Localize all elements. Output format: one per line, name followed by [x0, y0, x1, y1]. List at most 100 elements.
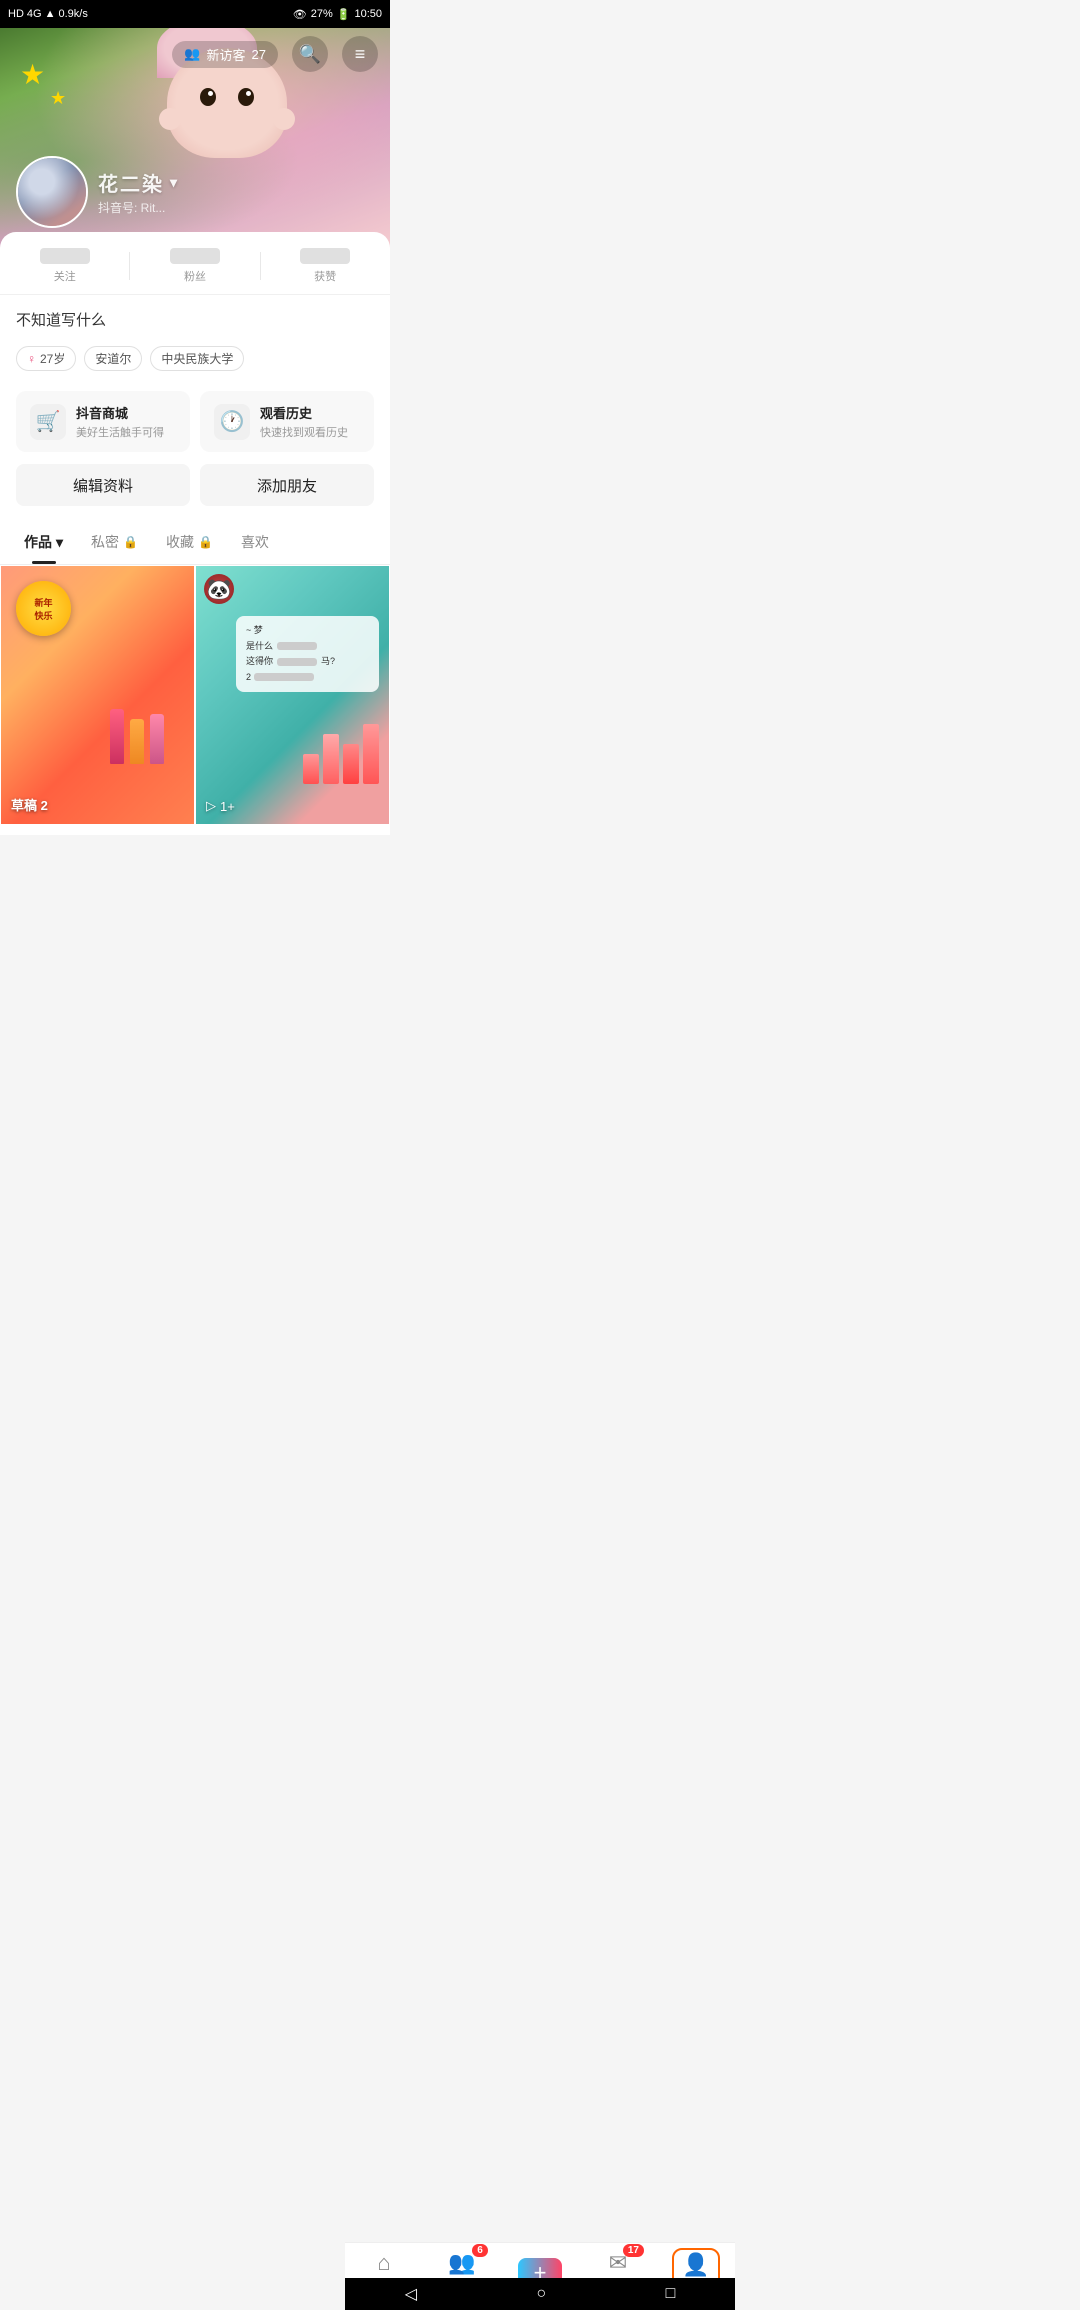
username: 花二染: [98, 168, 164, 197]
shop-action[interactable]: 🛒 抖音商城 美好生活触手可得: [16, 391, 190, 452]
domino-3: [343, 744, 359, 784]
recent-button[interactable]: □: [666, 2285, 676, 2303]
back-button[interactable]: ◁: [405, 2284, 417, 2304]
shop-text: 抖音商城 美好生活触手可得: [76, 403, 164, 440]
eye-icon: 👁: [293, 8, 307, 21]
visitors-count: 27: [252, 47, 266, 62]
me-icon: 👤: [682, 2252, 709, 2278]
location-value: 安道尔: [95, 350, 131, 367]
battery-icon: 🔋: [337, 8, 351, 21]
stat-divider-1: [129, 252, 130, 280]
video-bg-1: 新年快乐: [1, 566, 194, 824]
stat-following[interactable]: 关注: [40, 248, 90, 284]
tab-private-label: 私密: [91, 532, 119, 552]
stat-followers-label: 粉丝: [184, 268, 206, 284]
profile-name-area: 花二染 ▾ 抖音号: Rit...: [98, 168, 177, 216]
lock-icon-collection: 🔒: [198, 535, 213, 549]
tab-private[interactable]: 私密 🔒: [77, 520, 152, 564]
blurred-2: [277, 658, 317, 666]
video-1-label: 草稿 2: [11, 795, 48, 814]
shop-icon: 🛒: [30, 404, 66, 440]
blurred-3: [254, 673, 314, 681]
tag-school[interactable]: 中央民族大学: [150, 346, 244, 371]
chat-overlay: ~ 梦 是什么 这得你马? 2: [236, 616, 379, 692]
home-icon: ⌂: [377, 2250, 390, 2276]
action-buttons: 编辑资料 添加朋友: [16, 464, 374, 506]
gender-icon: ♀: [27, 352, 36, 366]
tab-works[interactable]: 作品 ▾: [10, 520, 77, 564]
lipstick-1: [110, 709, 124, 764]
char-eyes: [200, 88, 254, 106]
char-ear-right: [273, 108, 295, 130]
search-button[interactable]: 🔍: [292, 36, 328, 72]
avatar-image: [18, 158, 86, 226]
menu-icon: ≡: [355, 44, 366, 65]
shop-title: 抖音商城: [76, 403, 164, 422]
tag-age[interactable]: ♀ 27岁: [16, 346, 76, 371]
menu-button[interactable]: ≡: [342, 36, 378, 72]
char-eye-right: [238, 88, 254, 106]
messages-badge: 17: [623, 2244, 644, 2257]
video-thumb-2[interactable]: 🐼 ~ 梦 是什么 这得你马? 2: [195, 565, 390, 825]
bio-section: 不知道写什么: [0, 295, 390, 338]
stat-likes-label: 获赞: [314, 268, 336, 284]
play-count-value: 1+: [220, 799, 235, 814]
history-action[interactable]: 🕐 观看历史 快速找到观看历史: [200, 391, 374, 452]
content-tabs: 作品 ▾ 私密 🔒 收藏 🔒 喜欢: [0, 520, 390, 565]
stat-following-value: [40, 248, 90, 264]
stat-likes[interactable]: 获赞: [300, 248, 350, 284]
history-title: 观看历史: [260, 403, 348, 422]
chat-line-1: ~ 梦: [246, 624, 369, 638]
tab-collection[interactable]: 收藏 🔒: [152, 520, 227, 564]
star-decoration-2: ★: [50, 88, 66, 109]
video-2-avatar: 🐼: [204, 574, 234, 604]
profile-name: 花二染 ▾: [98, 168, 177, 197]
lock-icon-private: 🔒: [123, 535, 138, 549]
video-grid: 新年快乐 草稿 2 🐼: [0, 565, 390, 825]
stat-following-label: 关注: [54, 268, 76, 284]
chat-text-1: ~ 梦: [246, 624, 263, 638]
stat-followers[interactable]: 粉丝: [170, 248, 220, 284]
profile-id: 抖音号: Rit...: [98, 199, 177, 216]
tags-row: ♀ 27岁 安道尔 中央民族大学: [0, 338, 390, 383]
status-left: HD 4G ▲ 0.9k/s: [8, 8, 88, 20]
chat-line-4: 2: [246, 671, 369, 685]
lipstick-3: [150, 714, 164, 764]
status-bar: HD 4G ▲ 0.9k/s 👁 27% 🔋 10:50: [0, 0, 390, 28]
avatar[interactable]: [16, 156, 88, 228]
domino-4: [363, 724, 379, 784]
edit-profile-button[interactable]: 编辑资料: [16, 464, 190, 506]
visitors-button[interactable]: 👥 新访客 27: [172, 41, 278, 68]
lipstick-decoration: [110, 709, 164, 764]
status-4g: 4G: [27, 8, 42, 20]
new-year-sticker: 新年快乐: [16, 581, 71, 636]
video-thumb-1[interactable]: 新年快乐 草稿 2: [0, 565, 195, 825]
chat-text-3: 这得你: [246, 655, 273, 669]
tab-likes[interactable]: 喜欢: [227, 520, 283, 564]
stat-divider-2: [260, 252, 261, 280]
status-hd: HD: [8, 8, 24, 20]
tab-collection-label: 收藏: [166, 532, 194, 552]
history-text: 观看历史 快速找到观看历史: [260, 403, 348, 440]
tag-location[interactable]: 安道尔: [84, 346, 142, 371]
visitors-label: 新访客: [207, 45, 246, 64]
add-friend-button[interactable]: 添加朋友: [200, 464, 374, 506]
system-nav: ◁ ○ □: [345, 2278, 735, 2310]
stat-likes-value: [300, 248, 350, 264]
stat-followers-value: [170, 248, 220, 264]
domino-2: [323, 734, 339, 784]
chat-text-2: 是什么: [246, 640, 273, 654]
shop-subtitle: 美好生活触手可得: [76, 424, 164, 440]
status-speed: 0.9k/s: [58, 8, 87, 20]
battery-text: 27%: [311, 8, 333, 20]
video-2-play-count: ▷ 1+: [206, 798, 235, 814]
school-value: 中央民族大学: [161, 350, 233, 367]
domino-decoration: [303, 724, 379, 784]
tab-likes-label: 喜欢: [241, 532, 269, 552]
profile-hero: ★ ★ 👥 新访客 27 🔍: [0, 28, 390, 248]
dropdown-arrow-icon[interactable]: ▾: [170, 174, 177, 191]
search-icon: 🔍: [299, 44, 321, 65]
quick-actions: 🛒 抖音商城 美好生活触手可得 🕐 观看历史 快速找到观看历史: [16, 391, 374, 452]
home-button[interactable]: ○: [536, 2285, 546, 2303]
visitors-icon: 👥: [184, 46, 200, 62]
